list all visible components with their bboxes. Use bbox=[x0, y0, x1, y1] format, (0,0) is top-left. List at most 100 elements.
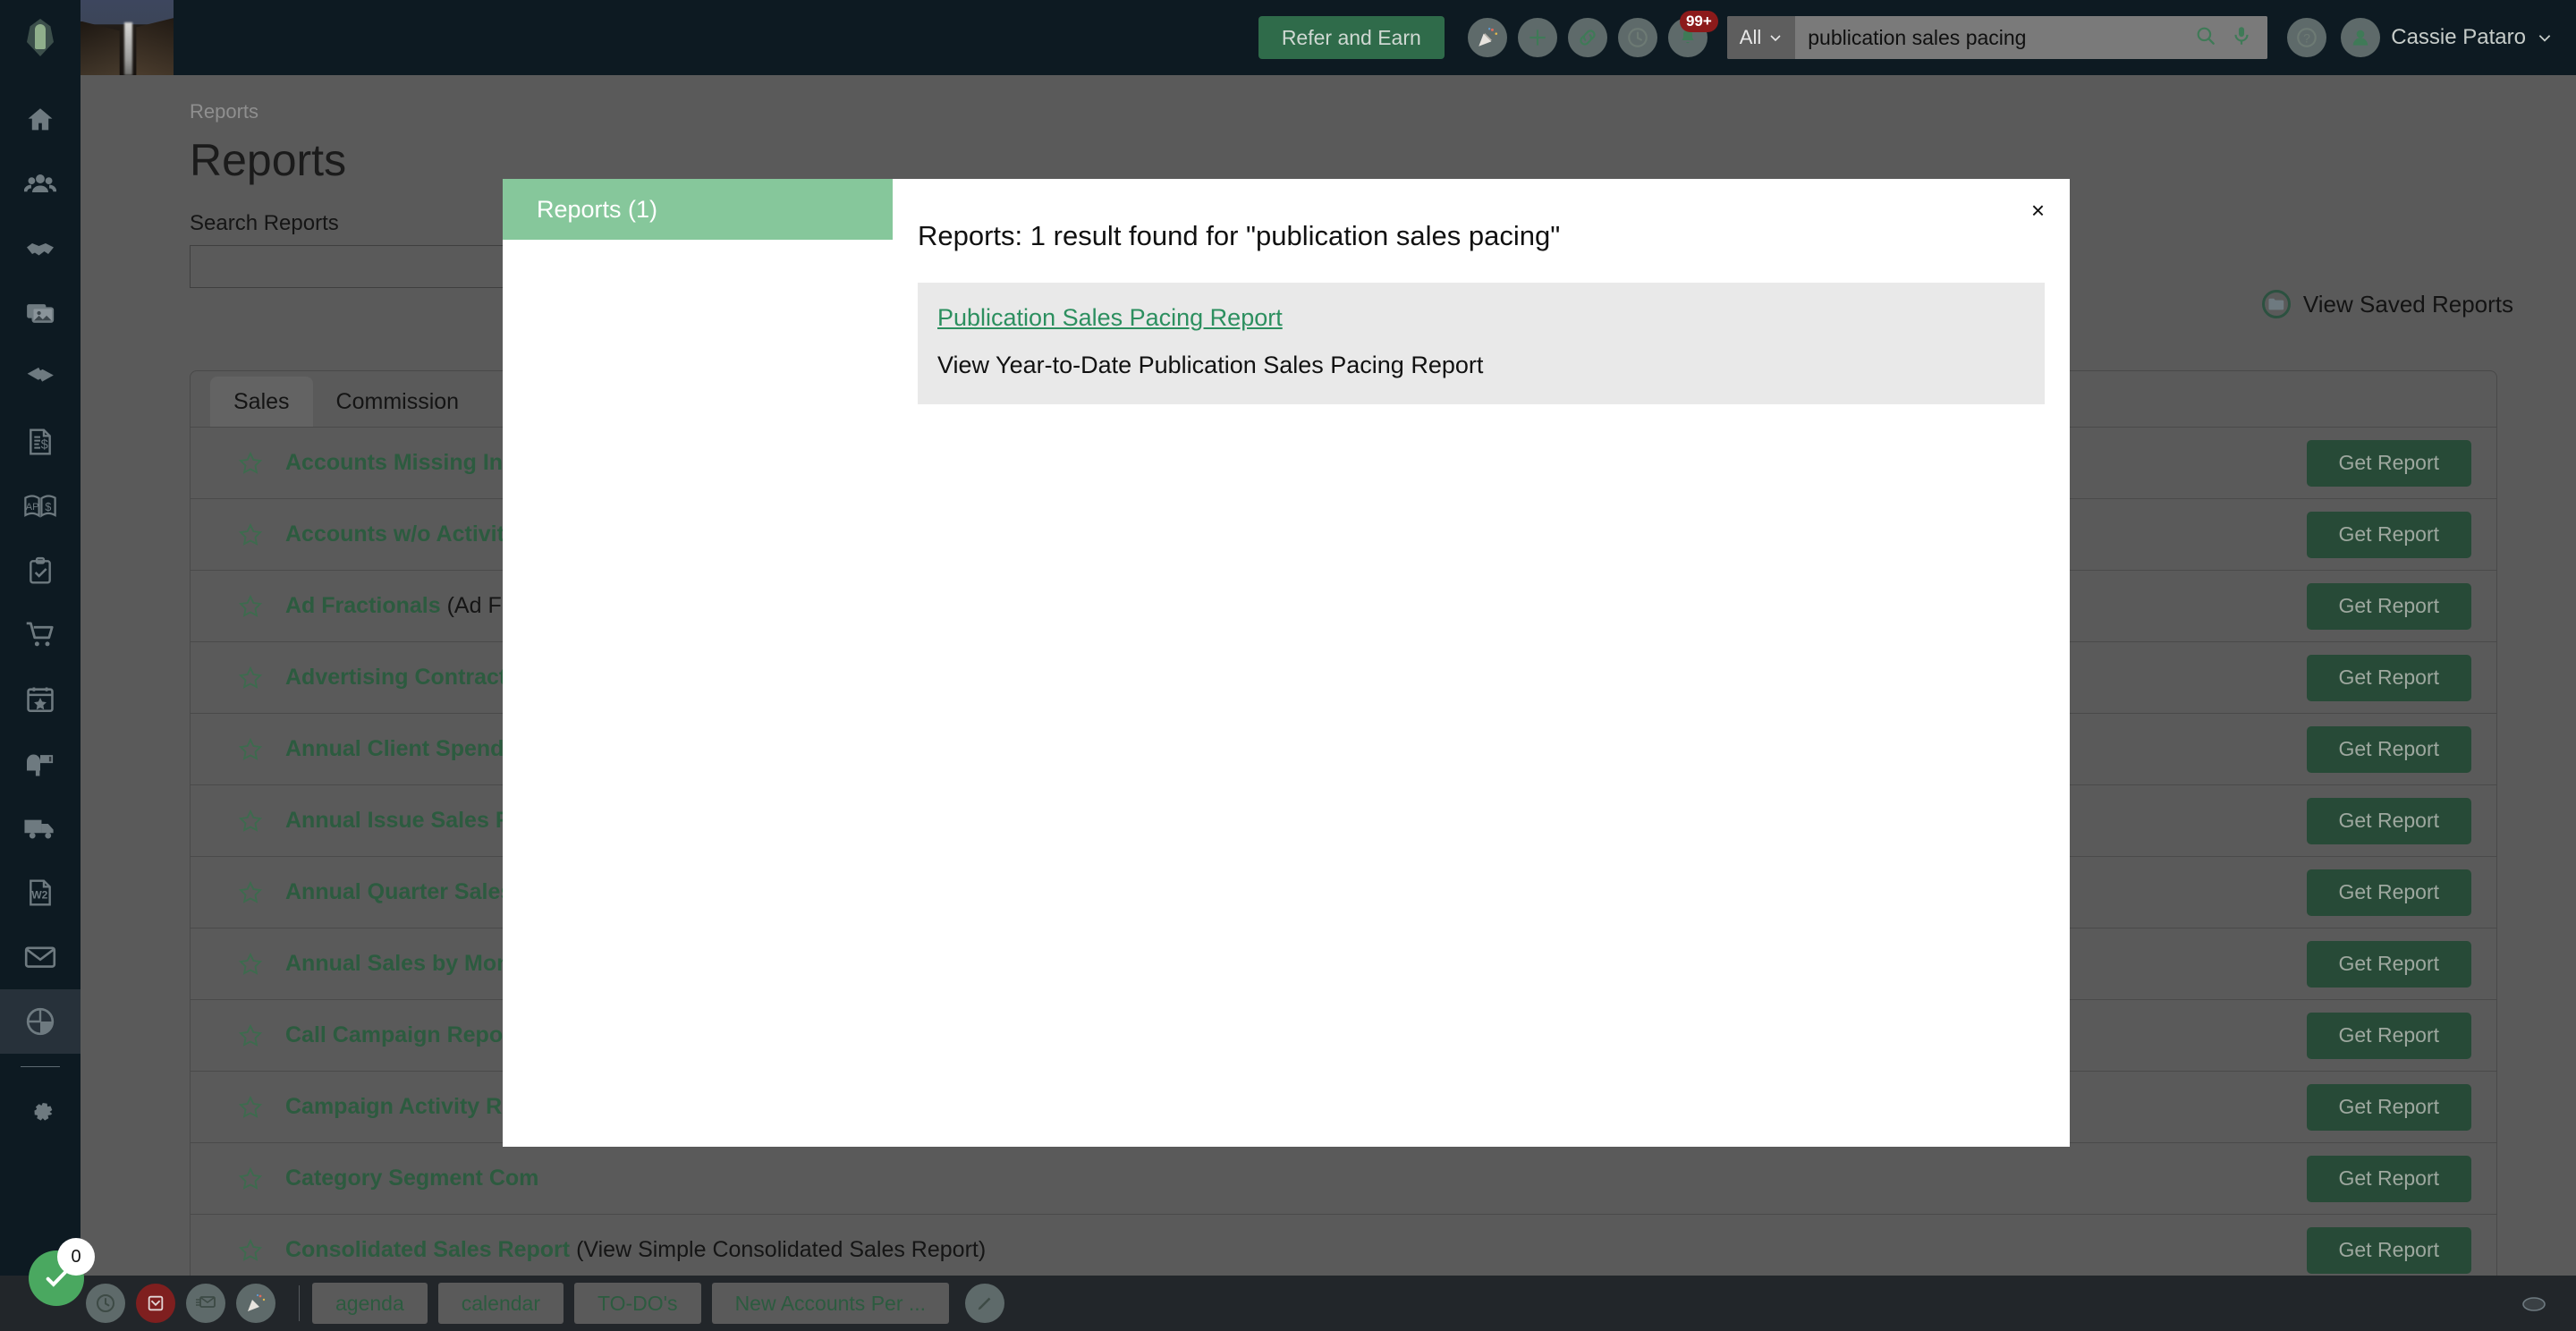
get-report-button[interactable]: Get Report bbox=[2307, 1013, 2472, 1059]
sidebar-item-deals[interactable] bbox=[0, 216, 80, 281]
sidebar-item-orders[interactable] bbox=[0, 603, 80, 667]
sidebar-item-contacts[interactable] bbox=[0, 152, 80, 216]
envelope-icon bbox=[24, 944, 56, 971]
history-icon[interactable] bbox=[1618, 18, 1657, 57]
get-report-button[interactable]: Get Report bbox=[2307, 798, 2472, 844]
mail-alert-icon[interactable] bbox=[136, 1284, 175, 1323]
view-saved-reports-button[interactable]: View Saved Reports bbox=[2262, 290, 2513, 318]
help-icon[interactable]: ? bbox=[2287, 18, 2326, 57]
sidebar-item-invoices[interactable]: $ bbox=[0, 410, 80, 474]
sidebar-item-settings[interactable] bbox=[0, 1080, 80, 1144]
favorite-star-icon[interactable] bbox=[216, 594, 285, 619]
report-name-link[interactable]: Accounts w/o Activity bbox=[285, 521, 517, 547]
get-report-button[interactable]: Get Report bbox=[2307, 941, 2472, 988]
mailbox-icon bbox=[24, 749, 56, 779]
get-report-button[interactable]: Get Report bbox=[2307, 512, 2472, 558]
favorite-star-icon[interactable] bbox=[216, 1238, 285, 1263]
chevron-down-icon bbox=[2537, 30, 2553, 46]
favorite-star-icon[interactable] bbox=[216, 809, 285, 834]
get-report-button[interactable]: Get Report bbox=[2307, 1156, 2472, 1202]
plus-icon[interactable] bbox=[1518, 18, 1557, 57]
celebrate-icon[interactable] bbox=[1468, 18, 1507, 57]
favorite-star-icon[interactable] bbox=[216, 666, 285, 691]
breadcrumb[interactable]: Reports bbox=[80, 75, 2576, 123]
svg-text:AP: AP bbox=[26, 502, 39, 513]
handshake-icon bbox=[24, 233, 56, 265]
sidebar-item-shipping[interactable] bbox=[0, 796, 80, 860]
favorite-star-icon[interactable] bbox=[216, 522, 285, 547]
page-title: Reports bbox=[80, 123, 2576, 186]
close-icon[interactable]: × bbox=[2031, 199, 2045, 222]
sidebar-item-tickets[interactable] bbox=[0, 345, 80, 410]
get-report-button[interactable]: Get Report bbox=[2307, 655, 2472, 701]
sidebar-item-photos[interactable] bbox=[0, 281, 80, 345]
contacts-icon bbox=[24, 168, 56, 200]
taskbar-button[interactable]: New Accounts Per ... bbox=[712, 1283, 949, 1324]
view-saved-reports-label: View Saved Reports bbox=[2303, 291, 2513, 318]
refer-and-earn-button[interactable]: Refer and Earn bbox=[1258, 16, 1445, 59]
favorite-star-icon[interactable] bbox=[216, 451, 285, 476]
search-scope-dropdown[interactable]: All bbox=[1727, 16, 1795, 59]
report-name-link[interactable]: Ad Fractionals bbox=[285, 593, 441, 618]
get-report-button[interactable]: Get Report bbox=[2307, 726, 2472, 773]
quick-action-fab[interactable]: 0 bbox=[29, 1250, 84, 1306]
taskbar-button[interactable]: TO-DO's bbox=[574, 1283, 701, 1324]
get-report-button[interactable]: Get Report bbox=[2307, 869, 2472, 916]
modal-category-reports[interactable]: Reports (1) bbox=[503, 179, 893, 240]
modal-sidebar: Reports (1) bbox=[503, 179, 893, 1147]
favorite-star-icon[interactable] bbox=[216, 1095, 285, 1120]
result-description: View Year-to-Date Publication Sales Paci… bbox=[937, 352, 2025, 379]
get-report-button[interactable]: Get Report bbox=[2307, 440, 2472, 487]
avatar bbox=[2341, 18, 2380, 57]
taskbar-right-handle[interactable] bbox=[2519, 1294, 2549, 1318]
search-input[interactable] bbox=[1795, 16, 2180, 59]
sidebar-item-w2[interactable]: W2 bbox=[0, 860, 80, 925]
taskbar-button[interactable]: agenda bbox=[312, 1283, 428, 1324]
favorite-star-icon[interactable] bbox=[216, 1166, 285, 1191]
microphone-icon[interactable] bbox=[2230, 24, 2253, 52]
search-results-modal: Reports (1) × Reports: 1 result found fo… bbox=[503, 179, 2070, 1147]
favorite-star-icon[interactable] bbox=[216, 737, 285, 762]
search-icon[interactable] bbox=[2194, 24, 2217, 52]
tab-sales[interactable]: Sales bbox=[210, 377, 313, 427]
tab-commission[interactable]: Commission bbox=[313, 377, 483, 427]
get-report-button[interactable]: Get Report bbox=[2307, 583, 2472, 630]
report-name-link[interactable]: Annual Client Spend bbox=[285, 736, 504, 761]
favorite-star-icon[interactable] bbox=[216, 880, 285, 905]
favorite-star-icon[interactable] bbox=[216, 1023, 285, 1048]
sidebar-item-tasks[interactable] bbox=[0, 538, 80, 603]
clock-icon[interactable] bbox=[86, 1284, 125, 1323]
sidebar-item-events[interactable] bbox=[0, 667, 80, 732]
clipboard-check-icon bbox=[26, 555, 55, 586]
home-icon bbox=[25, 105, 55, 135]
sidebar-item-ap-book[interactable]: AP$ bbox=[0, 474, 80, 538]
get-report-button[interactable]: Get Report bbox=[2307, 1227, 2472, 1274]
report-name-link[interactable]: Call Campaign Report bbox=[285, 1022, 519, 1047]
bell-icon[interactable]: 99+ bbox=[1668, 18, 1707, 57]
user-menu[interactable]: Cassie Pataro bbox=[2341, 18, 2553, 57]
celebrate-icon[interactable] bbox=[236, 1284, 275, 1323]
svg-text:?: ? bbox=[2303, 30, 2310, 45]
app-logo[interactable] bbox=[0, 0, 80, 75]
report-name-link[interactable]: Category Segment Com bbox=[285, 1166, 538, 1191]
link-icon[interactable] bbox=[1568, 18, 1607, 57]
sidebar-item-reports[interactable] bbox=[0, 989, 80, 1054]
report-name-link[interactable]: Annual Sales by Month bbox=[285, 951, 531, 976]
pencil-icon[interactable] bbox=[965, 1284, 1004, 1323]
invoice-icon: $ bbox=[26, 427, 55, 457]
result-link[interactable]: Publication Sales Pacing Report bbox=[937, 304, 1283, 332]
taskbar-button-group: agendacalendarTO-DO's New Accounts Per ..… bbox=[312, 1283, 960, 1324]
sidebar-item-mailbox[interactable] bbox=[0, 732, 80, 796]
report-name-link[interactable]: Consolidated Sales Report bbox=[285, 1237, 570, 1262]
chat-icon[interactable] bbox=[186, 1284, 225, 1323]
favorite-star-icon[interactable] bbox=[216, 952, 285, 977]
notification-badge: 99+ bbox=[1680, 11, 1718, 32]
get-report-button[interactable]: Get Report bbox=[2307, 1084, 2472, 1131]
cart-icon bbox=[24, 621, 56, 649]
user-name: Cassie Pataro bbox=[2391, 25, 2526, 50]
sidebar-item-mail[interactable] bbox=[0, 925, 80, 989]
taskbar-button[interactable]: calendar bbox=[438, 1283, 564, 1324]
sidebar-item-home[interactable] bbox=[0, 88, 80, 152]
report-name-link[interactable]: Annual Quarter Sales bbox=[285, 879, 513, 904]
chevron-down-icon bbox=[1768, 30, 1783, 45]
